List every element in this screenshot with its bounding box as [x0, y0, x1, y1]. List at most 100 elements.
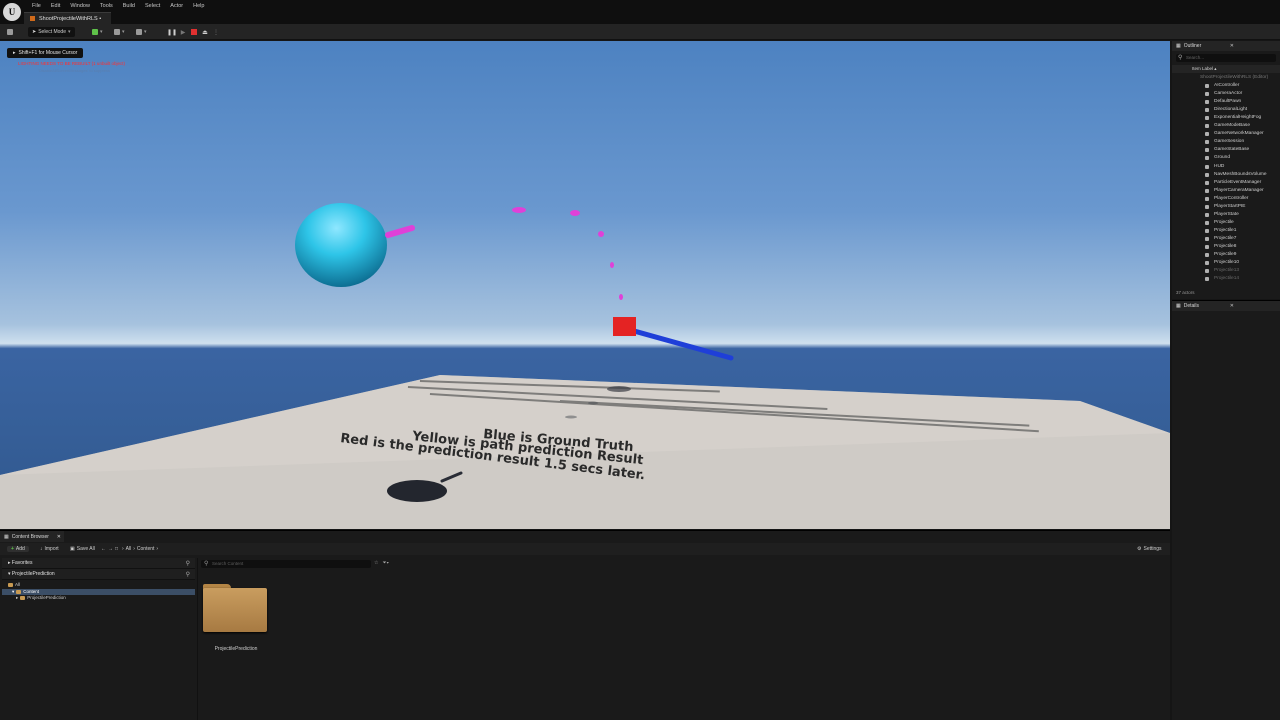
favorites-section[interactable]: ▸ Favorites ⚲: [2, 558, 195, 569]
folder-tile-label: ProjectilePrediction: [214, 646, 258, 652]
level-viewport[interactable]: Blue is Ground Truth Yellow is path pred…: [0, 41, 1170, 529]
camera-icon: [1205, 92, 1209, 97]
pause-icon[interactable]: ❚❚: [167, 28, 177, 36]
settings-button[interactable]: ⚙ Settings: [1137, 546, 1162, 552]
search-icon: ⚲: [204, 561, 209, 567]
content-browser-toolbar: + Add ↓ Import ▣ Save All ← → □ › All › Con…: [0, 543, 1170, 555]
list-item[interactable]: Projectile10: [1172, 259, 1280, 267]
list-item[interactable]: GameStateBase: [1172, 146, 1280, 154]
ground-truth-line: [631, 328, 734, 361]
list-item[interactable]: HUD: [1172, 163, 1280, 171]
mouse-cursor-hint: ▸ Shift+F1 for Mouse Cursor: [7, 48, 84, 58]
outliner-tab[interactable]: ▦ Outliner ✕: [1172, 41, 1280, 51]
select-mode-dropdown[interactable]: ➤ Select Mode ▾: [28, 27, 75, 37]
list-item[interactable]: AIController: [1172, 82, 1280, 90]
list-item[interactable]: GameModeBase: [1172, 122, 1280, 130]
menu-actor[interactable]: Actor: [165, 3, 188, 9]
gear-icon: ⚙: [1137, 546, 1142, 552]
save-all-button[interactable]: ▣ Save All: [70, 546, 95, 552]
title-bar: U File Edit Window Tools Build Select Ac…: [0, 0, 1280, 24]
list-item[interactable]: GameNetworkManager: [1172, 130, 1280, 138]
actor-icon: [1205, 236, 1209, 241]
folder-tree: All ▾ Content ▸ ProjectilePrediction: [2, 580, 195, 602]
menu-help[interactable]: Help: [188, 3, 209, 9]
import-button[interactable]: ↓ Import: [40, 546, 59, 552]
actor-icon: [1205, 100, 1209, 105]
controller-icon: [1205, 196, 1209, 201]
outliner-title: Outliner: [1183, 43, 1202, 49]
list-item[interactable]: DefaultPawn: [1172, 98, 1280, 106]
viewport-scene: Blue is Ground Truth Yellow is path pred…: [0, 203, 1170, 529]
list-item[interactable]: DirectionalLight: [1172, 106, 1280, 114]
list-item[interactable]: CameraActor: [1172, 90, 1280, 98]
menu-edit[interactable]: Edit: [46, 3, 65, 9]
menu-build[interactable]: Build: [118, 3, 140, 9]
menu-tools[interactable]: Tools: [95, 3, 118, 9]
close-icon[interactable]: ✕: [1230, 43, 1234, 49]
content-browser-tab[interactable]: ▦ Content Browser ✕: [0, 531, 64, 542]
list-item[interactable]: Projectile: [1172, 219, 1280, 227]
settings-label: Settings: [1143, 546, 1162, 552]
more-icon[interactable]: ⋮: [212, 28, 220, 36]
menu-select[interactable]: Select: [140, 3, 165, 9]
content-search-placeholder: Search Content: [212, 561, 244, 566]
add-button[interactable]: + Add: [7, 546, 29, 552]
outliner-root-row[interactable]: ShootProjectileWithRLS (Editor): [1172, 74, 1280, 82]
cinematics-icon[interactable]: ▾: [136, 27, 147, 37]
project-section[interactable]: ▾ ProjectilePrediction ⚲: [2, 569, 195, 580]
import-icon: ↓: [40, 546, 43, 552]
list-item[interactable]: PlayerState: [1172, 211, 1280, 219]
red-prediction-box: [613, 317, 636, 336]
save-icon[interactable]: [7, 27, 13, 37]
outliner-root-label: ShootProjectileWithRLS (Editor): [1200, 75, 1269, 80]
history-back-icon[interactable]: ←: [101, 546, 106, 552]
tree-item-projectileprediction[interactable]: ▸ ProjectilePrediction: [2, 595, 195, 602]
history-forward-icon[interactable]: →: [108, 546, 113, 552]
folder-tile[interactable]: [203, 584, 267, 632]
list-item[interactable]: NavMeshBoundsVolume: [1172, 171, 1280, 179]
stop-icon[interactable]: [190, 28, 198, 36]
search-icon[interactable]: ⚲: [186, 560, 190, 567]
list-item[interactable]: Projectile1: [1172, 227, 1280, 235]
list-item[interactable]: Projectile8: [1172, 243, 1280, 251]
outliner-search-input[interactable]: ⚲ Search...: [1176, 54, 1276, 62]
actor-icon: [1205, 261, 1209, 266]
close-icon[interactable]: ✕: [1230, 303, 1234, 309]
content-search-input[interactable]: ⚲ Search Content: [201, 560, 371, 568]
details-tab[interactable]: ▦ Details ✕: [1172, 301, 1280, 311]
fog-icon: [1205, 116, 1209, 121]
level-tab[interactable]: ShootProjectileWithRLS •: [24, 12, 112, 24]
breadcrumb-all[interactable]: All: [126, 546, 132, 552]
filter-icon[interactable]: ⏷▾: [382, 560, 388, 566]
content-browser-icon: ▦: [4, 533, 9, 540]
actor-icon: [1205, 180, 1209, 185]
play-icon: ▸: [13, 50, 16, 56]
skip-frame-icon[interactable]: ▶: [179, 28, 187, 36]
list-item[interactable]: GameSession: [1172, 138, 1280, 146]
add-actor-icon[interactable]: ▾: [92, 27, 103, 37]
breadcrumb-content[interactable]: Content: [137, 546, 155, 552]
search-icon[interactable]: ⚲: [186, 571, 190, 578]
menu-file[interactable]: File: [27, 3, 46, 9]
save-search-icon[interactable]: ☆: [374, 560, 378, 566]
list-item[interactable]: PlayerStartPIE: [1172, 203, 1280, 211]
chevron-down-icon: ▾: [12, 588, 15, 594]
eject-icon[interactable]: ⏏: [201, 28, 209, 36]
list-item[interactable]: Ground: [1172, 154, 1280, 162]
outliner-column-header[interactable]: Item Label ▴: [1172, 65, 1280, 73]
blueprint-icon[interactable]: ▾: [114, 27, 125, 37]
list-item[interactable]: ParticleEventManager: [1172, 179, 1280, 187]
list-item[interactable]: Projectile13: [1172, 267, 1280, 275]
sources-panel: ▸ Favorites ⚲ ▾ ProjectilePrediction ⚲ A…: [2, 558, 195, 720]
list-item[interactable]: PlayerController: [1172, 195, 1280, 203]
list-item[interactable]: Projectile14: [1172, 275, 1280, 283]
list-item[interactable]: PlayerCameraManager: [1172, 187, 1280, 195]
folder-icon[interactable]: □: [115, 546, 118, 552]
list-item[interactable]: ExponentialHeightFog: [1172, 114, 1280, 122]
unreal-engine-logo-icon[interactable]: U: [3, 3, 21, 21]
actor-icon: [1205, 124, 1209, 129]
menu-window[interactable]: Window: [65, 3, 95, 9]
close-icon[interactable]: ✕: [57, 534, 61, 540]
list-item[interactable]: Projectile9: [1172, 251, 1280, 259]
list-item[interactable]: Projectile7: [1172, 235, 1280, 243]
